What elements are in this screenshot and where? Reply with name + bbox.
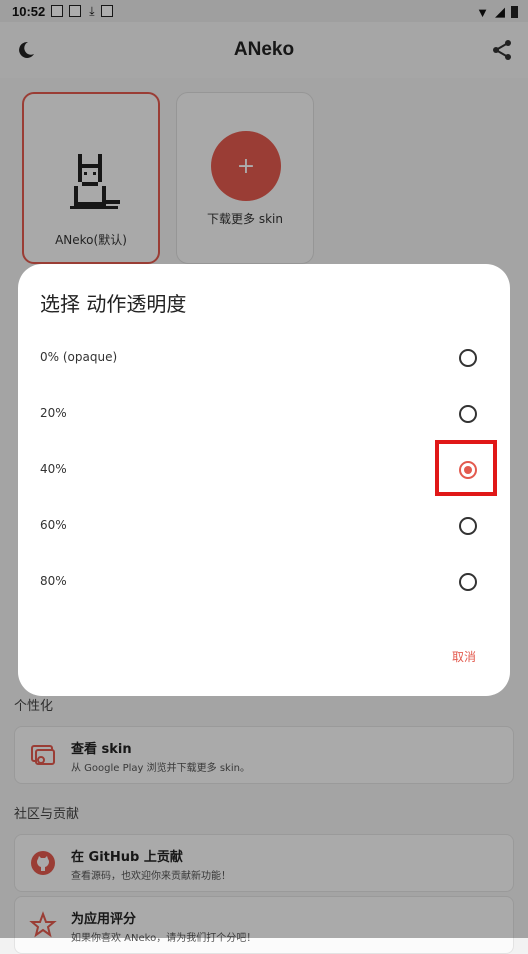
option-80[interactable]: 80% — [18, 554, 510, 610]
option-20[interactable]: 20% — [18, 386, 510, 442]
radio-button[interactable] — [459, 349, 477, 367]
option-60[interactable]: 60% — [18, 498, 510, 554]
radio-button[interactable] — [459, 573, 477, 591]
dialog-title: 选择 动作透明度 — [40, 292, 187, 316]
selection-highlight-box — [435, 440, 497, 496]
opacity-dialog: 选择 动作透明度 0% (opaque) 20% 40% 60% 80% 取消 — [18, 264, 510, 696]
option-label: 40% — [40, 462, 67, 476]
cancel-button[interactable]: 取消 — [452, 648, 476, 665]
option-label: 80% — [40, 574, 67, 588]
radio-button[interactable] — [459, 517, 477, 535]
option-label: 0% (opaque) — [40, 350, 118, 364]
option-label: 20% — [40, 406, 67, 420]
radio-button[interactable] — [459, 405, 477, 423]
option-label: 60% — [40, 518, 67, 532]
option-0-opaque[interactable]: 0% (opaque) — [18, 330, 510, 386]
